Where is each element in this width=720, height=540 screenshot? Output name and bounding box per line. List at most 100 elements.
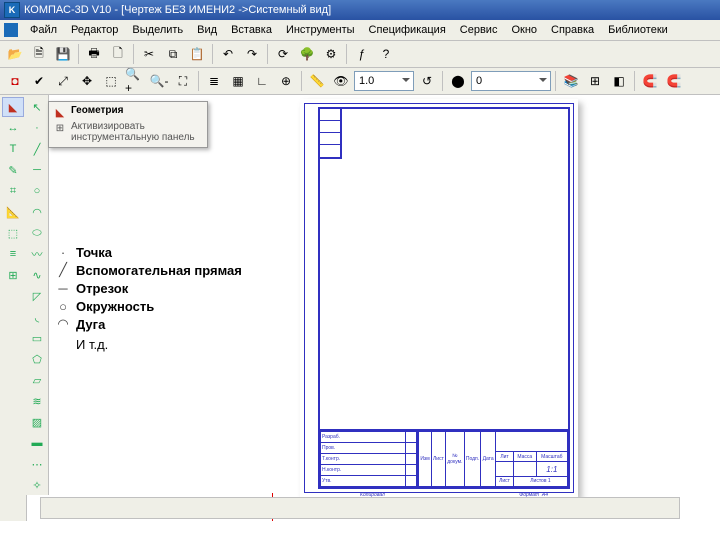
frame-inner: Изм Лист № докум. Подп. Дата Лит Масса М… <box>318 107 570 489</box>
undo-button[interactable]: ↶ <box>217 43 239 65</box>
drawing-sheet: Изм Лист № докум. Подп. Дата Лит Масса М… <box>300 99 578 497</box>
magnet-icon[interactable]: 🧲 <box>639 70 661 92</box>
rect-tool[interactable]: ▭ <box>26 328 48 348</box>
tree-button[interactable]: 🌳 <box>296 43 318 65</box>
state-button[interactable]: ⬤ <box>447 70 469 92</box>
spline-tool[interactable]: 〰 <box>26 244 48 264</box>
paste-button[interactable]: 📋 <box>186 43 208 65</box>
zoom-window-button[interactable]: ⬚ <box>100 70 122 92</box>
dim-panel-button[interactable]: ↔ <box>2 118 24 138</box>
print-preview-button[interactable]: 🗋 <box>107 43 129 65</box>
stop-button[interactable]: ◘ <box>4 70 26 92</box>
extra2-button[interactable]: ◧ <box>608 70 630 92</box>
var-button[interactable]: ƒ <box>351 43 373 65</box>
workspace: ◣ ↔ T ✎ ⌗ 📐 ⬚ ≡ ⊞ ↖ · ╱ ─ ○ ◠ ⬭ 〰 ∿ ◸ ◟ … <box>0 95 720 521</box>
assoc-panel-button[interactable]: ⊞ <box>2 265 24 285</box>
auxline-tool[interactable]: ╱ <box>26 139 48 159</box>
equidist-tool[interactable]: ≋ <box>26 391 48 411</box>
copy-button[interactable]: ⧉ <box>162 43 184 65</box>
redo-button[interactable]: ↷ <box>241 43 263 65</box>
separator <box>555 71 556 91</box>
separator <box>78 44 79 64</box>
chamfer-tool[interactable]: ◸ <box>26 286 48 306</box>
cursor-tool[interactable]: ↖ <box>26 97 48 117</box>
cut-button[interactable]: ✂ <box>138 43 160 65</box>
menu-help[interactable]: Справка <box>545 23 600 37</box>
contour-tool[interactable]: ▱ <box>26 370 48 390</box>
measure-button[interactable]: 📏 <box>306 70 328 92</box>
measure-panel-button[interactable]: 📐 <box>2 202 24 222</box>
polygon-tool[interactable]: ⬠ <box>26 349 48 369</box>
ortho-button[interactable]: ∟ <box>251 70 273 92</box>
separator <box>634 71 635 91</box>
separator <box>346 44 347 64</box>
menu-spec[interactable]: Спецификация <box>363 23 452 37</box>
separator <box>442 71 443 91</box>
zoom-all-button[interactable]: ⛶ <box>172 70 194 92</box>
zoom-reset-button[interactable]: ↺ <box>416 70 438 92</box>
app-icon: K <box>4 2 20 18</box>
menu-tools[interactable]: Инструменты <box>280 23 361 37</box>
fillet-tool[interactable]: ◟ <box>26 307 48 327</box>
fill-tool[interactable]: ▬ <box>26 433 48 453</box>
spec-panel-button[interactable]: ≡ <box>2 244 24 264</box>
menu-service[interactable]: Сервис <box>454 23 504 37</box>
snap-button[interactable]: ⊕ <box>275 70 297 92</box>
arc-tool[interactable]: ◠ <box>26 202 48 222</box>
magnet2-icon[interactable]: 🧲 <box>663 70 685 92</box>
zoom-in-button[interactable]: 🔍+ <box>124 70 146 92</box>
create-obj-button[interactable]: ✔ <box>28 70 50 92</box>
geometry-panel-button[interactable]: ◣ <box>2 97 24 117</box>
scale-button[interactable]: ⤢ <box>52 70 74 92</box>
segment-icon: ─ <box>56 281 70 296</box>
point-tool[interactable]: · <box>26 118 48 138</box>
ellipse-tool[interactable]: ⬭ <box>26 223 48 243</box>
toolbar-1: 📂 🗎 💾 🖶 🗋 ✂ ⧉ 📋 ↶ ↷ ⟳ 🌳 ⚙ ƒ ? <box>0 41 720 68</box>
drawing-canvas[interactable]: Изм Лист № докум. Подп. Дата Лит Масса М… <box>290 95 720 521</box>
menu-view[interactable]: Вид <box>191 23 223 37</box>
property-bar[interactable] <box>40 497 680 519</box>
pan-button[interactable]: ✥ <box>76 70 98 92</box>
circle-tool[interactable]: ○ <box>26 181 48 201</box>
zoom-out-button[interactable]: 🔍- <box>148 70 170 92</box>
help-button[interactable]: ? <box>375 43 397 65</box>
view-button[interactable]: 👁 <box>330 70 352 92</box>
geometry-tooltip: ◣ Геометрия ⊞ Активизировать инструмента… <box>48 101 208 148</box>
arc-icon: ◠ <box>56 316 70 332</box>
menu-select[interactable]: Выделить <box>126 23 189 37</box>
toolbar-2: ◘ ✔ ⤢ ✥ ⬚ 🔍+ 🔍- ⛶ ≣ ▦ ∟ ⊕ 📏 👁 1.0 ↺ ⬤ 0 … <box>0 68 720 95</box>
new-button[interactable]: 🗎 <box>28 43 50 65</box>
separator <box>133 44 134 64</box>
text-panel-button[interactable]: T <box>2 139 24 159</box>
extra1-button[interactable]: ⊞ <box>584 70 606 92</box>
label-segment: Отрезок <box>76 281 128 296</box>
circle-icon: ○ <box>56 299 70 314</box>
menu-editor[interactable]: Редактор <box>65 23 124 37</box>
state-combo[interactable]: 0 <box>471 71 551 91</box>
menu-libs[interactable]: Библиотеки <box>602 23 674 37</box>
refresh-button[interactable]: ⟳ <box>272 43 294 65</box>
menu-file[interactable]: Файл <box>24 23 63 37</box>
tooltip-title: Геометрия <box>71 105 124 116</box>
edit-panel-button[interactable]: ✎ <box>2 160 24 180</box>
bezier-tool[interactable]: ∿ <box>26 265 48 285</box>
open-button[interactable]: 📂 <box>4 43 26 65</box>
title-block: Изм Лист № докум. Подп. Дата Лит Масса М… <box>416 429 568 487</box>
menu-window[interactable]: Окно <box>505 23 543 37</box>
extra-tool[interactable]: ⋯ <box>26 454 48 474</box>
layers-button[interactable]: ≣ <box>203 70 225 92</box>
hatch-tool[interactable]: ▨ <box>26 412 48 432</box>
zoom-combo[interactable]: 1.0 <box>354 71 414 91</box>
props-button[interactable]: ⚙ <box>320 43 342 65</box>
param-panel-button[interactable]: ⌗ <box>2 181 24 201</box>
window-title: КОМПАС-3D V10 - [Чертеж БЕЗ ИМЕНИ2 ->Сис… <box>24 4 331 16</box>
library-button[interactable]: 📚 <box>560 70 582 92</box>
select-panel-button[interactable]: ⬚ <box>2 223 24 243</box>
grid-button[interactable]: ▦ <box>227 70 249 92</box>
print-button[interactable]: 🖶 <box>83 43 105 65</box>
extra-tool-2[interactable]: ✧ <box>26 475 48 495</box>
save-button[interactable]: 💾 <box>52 43 74 65</box>
segment-tool[interactable]: ─ <box>26 160 48 180</box>
menu-insert[interactable]: Вставка <box>225 23 278 37</box>
title-block-left: Разраб. Пров. Т.контр. Н.контр. Утв. <box>320 429 418 487</box>
